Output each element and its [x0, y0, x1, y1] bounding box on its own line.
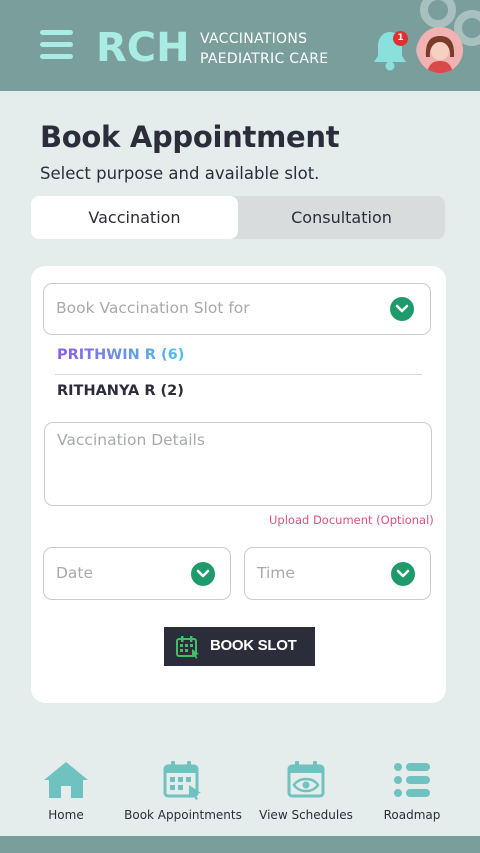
page-title: Book Appointment	[40, 120, 340, 154]
calendar-cursor-icon	[176, 636, 199, 659]
calendar-eye-icon	[287, 761, 325, 798]
vaccination-details-textarea[interactable]: Vaccination Details	[44, 422, 432, 506]
nav-label-home: Home	[48, 808, 84, 822]
avatar-icon	[417, 27, 463, 73]
bottom-bar	[0, 836, 480, 853]
time-select[interactable]: Time	[244, 547, 431, 600]
brand-line-2: PAEDIATRIC CARE	[200, 51, 329, 67]
upload-document-link[interactable]: Upload Document (Optional)	[269, 513, 434, 527]
nav-label-view-schedules: View Schedules	[259, 808, 353, 822]
slot-for-select[interactable]: Book Vaccination Slot for	[43, 283, 431, 335]
chevron-down-icon	[391, 562, 415, 586]
nav-item-roadmap[interactable]: Roadmap	[380, 760, 444, 822]
child-option-prithwin[interactable]: PRITHWIN R (6)	[57, 347, 184, 363]
child-option-rithanya[interactable]: RITHANYA R (2)	[57, 383, 184, 399]
nav-label-book-appointments: Book Appointments	[124, 808, 242, 822]
nav-item-book-appointments[interactable]: Book Appointments	[122, 760, 244, 822]
home-icon	[44, 762, 88, 798]
date-select[interactable]: Date	[43, 547, 231, 600]
slot-for-placeholder: Book Vaccination Slot for	[56, 299, 250, 317]
vaccination-details-placeholder: Vaccination Details	[57, 431, 205, 449]
list-icon	[394, 763, 430, 797]
brand-tagline: VACCINATIONS PAEDIATRIC CARE	[200, 29, 328, 69]
svg-text:RCH: RCH	[96, 25, 188, 68]
brand-line-1: VACCINATIONS	[200, 31, 308, 47]
date-placeholder: Date	[56, 564, 94, 582]
appointment-type-tabs: Vaccination Consultation	[31, 196, 445, 239]
page-subtitle: Select purpose and available slot.	[40, 164, 320, 183]
tab-consultation[interactable]: Consultation	[238, 196, 445, 239]
bottom-navigation: Home Book Appointments View Schedules Ro…	[0, 750, 480, 840]
chevron-down-icon	[191, 562, 215, 586]
rch-logo: RCH	[96, 25, 188, 68]
tab-vaccination[interactable]: Vaccination	[31, 196, 238, 239]
notification-badge: 1	[393, 31, 408, 46]
nav-item-view-schedules[interactable]: View Schedules	[258, 760, 354, 822]
time-placeholder: Time	[257, 564, 295, 582]
app-header: RCH VACCINATIONS PAEDIATRIC CARE 1	[0, 0, 480, 91]
hamburger-menu-icon[interactable]	[40, 30, 74, 60]
nav-label-roadmap: Roadmap	[383, 808, 441, 822]
book-slot-label: BOOK SLOT	[210, 637, 297, 654]
user-avatar[interactable]	[417, 27, 463, 73]
nav-item-home[interactable]: Home	[30, 760, 102, 822]
calendar-cursor-icon	[163, 761, 201, 800]
option-divider	[55, 374, 422, 375]
book-slot-button[interactable]: BOOK SLOT	[164, 627, 315, 666]
chevron-down-icon	[390, 297, 414, 321]
